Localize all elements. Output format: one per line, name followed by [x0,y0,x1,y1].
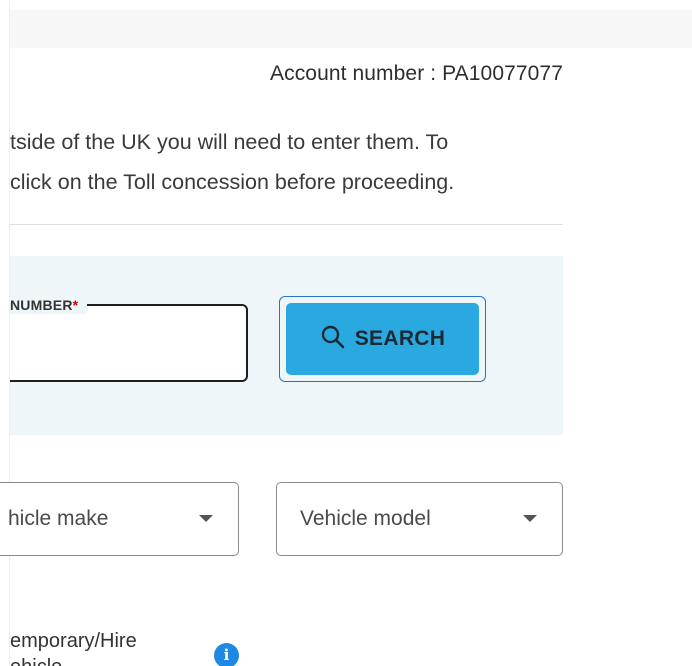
search-icon [320,324,346,355]
search-button-label: SEARCH [354,327,446,350]
intro-text: tside of the UK you will need to enter t… [10,122,570,202]
vehicle-model-value: Vehicle model [300,507,431,530]
temp-label-line-1: emporary/Hire [10,630,137,652]
top-bar [10,10,692,48]
left-edge [0,0,10,666]
temp-label-line-2: ehicle [10,654,170,666]
intro-line-1: tside of the UK you will need to enter t… [10,130,449,154]
temporary-hire-vehicle-label: emporary/Hire ehicle [10,628,170,666]
chevron-down-icon [199,515,213,522]
section-divider [10,224,563,225]
search-button-focus-ring: SEARCH [279,296,486,382]
vehicle-make-select[interactable]: hicle make [0,482,239,556]
vehicle-model-select[interactable]: Vehicle model [276,482,563,556]
intro-line-2: click on the Toll concession before proc… [10,170,455,194]
account-number: Account number : PA10077077 [269,62,563,85]
registration-number-label: NUMBER* [10,296,88,314]
registration-number-input[interactable]: NUMBER* [10,296,248,382]
vehicle-make-value: hicle make [8,507,109,530]
search-button[interactable]: SEARCH [286,303,479,375]
required-mark: * [72,297,79,313]
registration-search-panel: NUMBER* SEARCH [10,256,563,435]
info-icon[interactable]: i [214,643,239,666]
page: Account number : PA10077077 tside of the… [0,0,692,666]
chevron-down-icon [523,515,537,522]
registration-label-text: NUMBER [10,297,73,313]
